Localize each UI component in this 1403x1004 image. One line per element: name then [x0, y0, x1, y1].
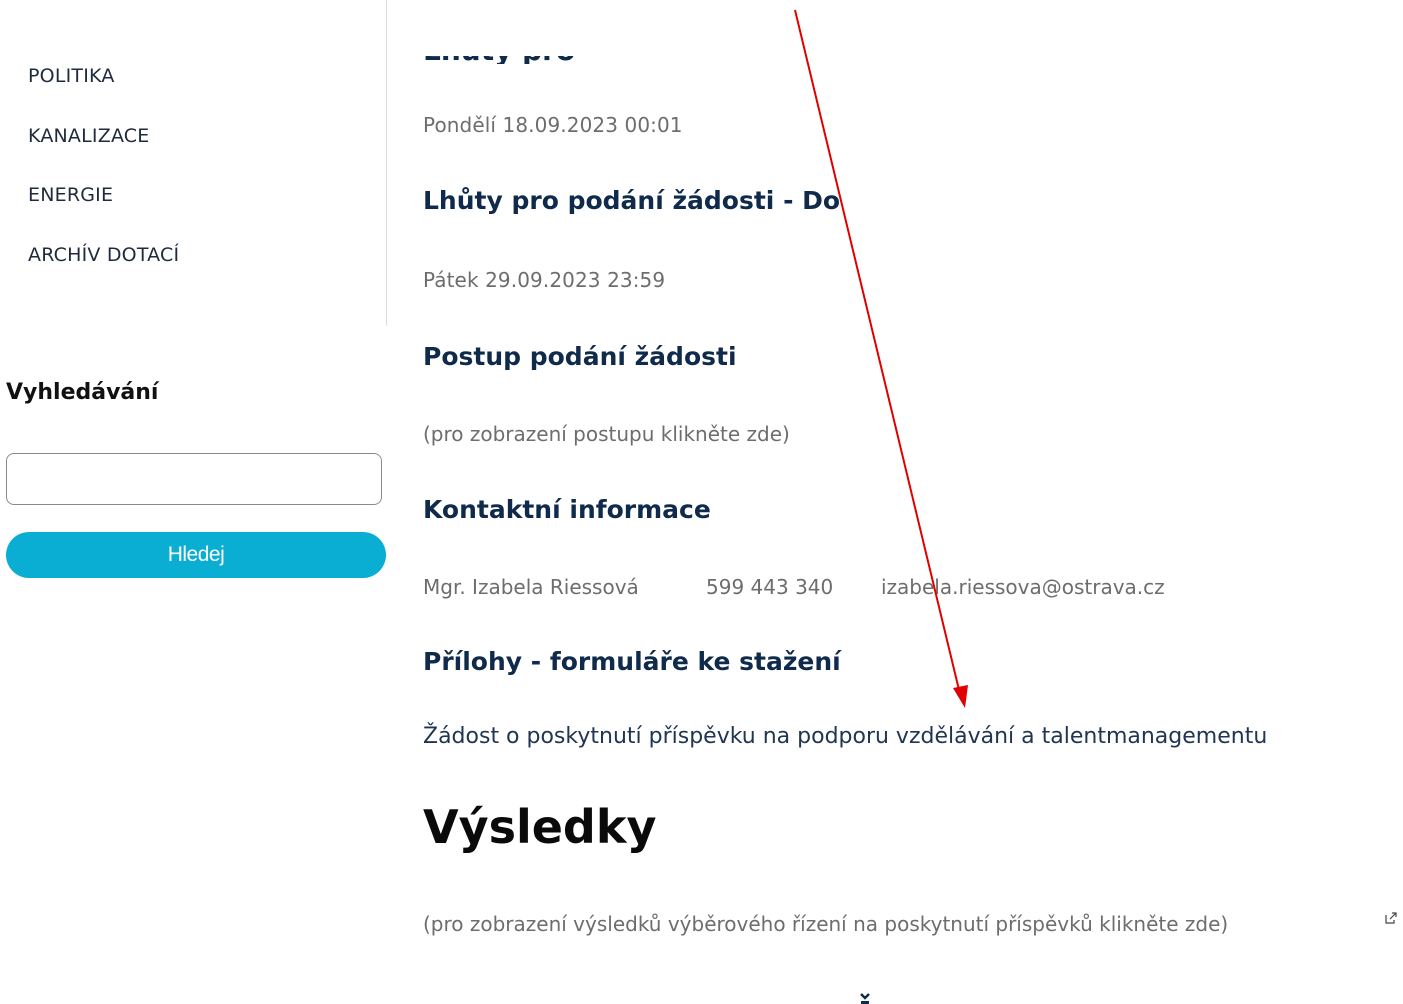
results-heading: Výsledky	[423, 800, 657, 854]
contact-email[interactable]: izabela.riessova@ostrava.cz	[881, 575, 1165, 599]
contact-name: Mgr. Izabela Riessová	[423, 575, 639, 599]
deadline-heading: Lhůty pro podání žádosti - Do	[423, 186, 841, 215]
contact-heading: Kontaktní informace	[423, 495, 711, 524]
main-content: Lhůty pro podání Pondělí 18.09.2023 00:0…	[0, 0, 1403, 1004]
end-date: Pátek 29.09.2023 23:59	[423, 268, 666, 292]
contact-phone: 599 443 340	[706, 575, 834, 599]
results-link[interactable]: (pro zobrazení výsledků výběrového řízen…	[423, 912, 1228, 936]
cut-off-heading: Lhůty pro podání	[423, 56, 583, 64]
cut-off-heading-glyph	[860, 993, 870, 1004]
attachments-heading: Přílohy - formuláře ke stažení	[423, 647, 841, 676]
attachment-link[interactable]: Žádost o poskytnutí příspěvku na podporu…	[423, 724, 1267, 749]
external-link-icon	[1385, 912, 1397, 924]
start-date: Pondělí 18.09.2023 00:01	[423, 113, 683, 137]
procedure-link[interactable]: (pro zobrazení postupu klikněte zde)	[423, 422, 790, 446]
procedure-heading: Postup podání žádosti	[423, 342, 737, 371]
